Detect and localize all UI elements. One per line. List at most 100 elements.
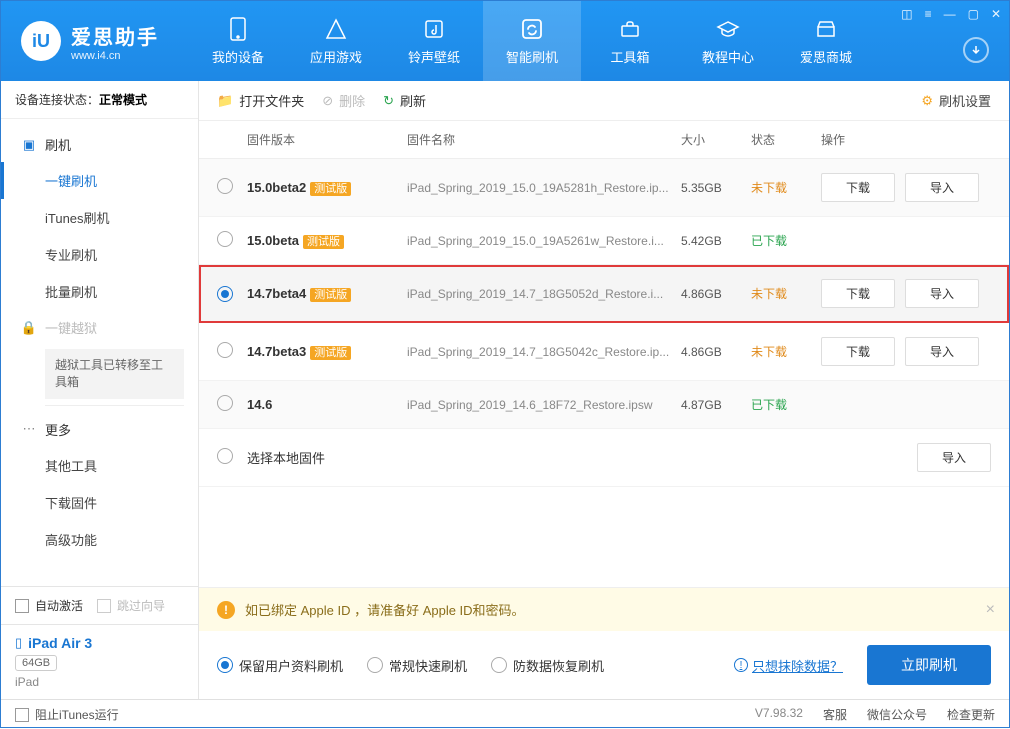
firmware-version: 15.0beta [247,233,299,248]
customer-service-link[interactable]: 客服 [823,706,847,723]
sidebar-head-flash[interactable]: ▣ 刷机 [1,127,198,162]
download-button[interactable]: 下载 [821,279,895,308]
activation-row: 自动激活 跳过向导 [1,587,198,624]
mode-anti-recover[interactable]: 防数据恢复刷机 [491,656,604,675]
mode-keep-data[interactable]: 保留用户资料刷机 [217,656,343,675]
radio[interactable] [491,657,507,673]
sidebar-item-batch[interactable]: 批量刷机 [45,273,198,310]
sidebar-head-more[interactable]: ⋯ 更多 [1,412,198,447]
delete-button[interactable]: ⊘ 删除 [322,91,365,110]
auto-activate-checkbox[interactable] [15,599,29,613]
th-ops: 操作 [821,131,991,148]
flash-icon: ▣ [21,137,37,153]
gear-icon: ⚙ [921,93,933,109]
refresh-icon [520,17,544,41]
import-button[interactable]: 导入 [905,337,979,366]
minimize-icon[interactable]: — [944,7,956,21]
sidebar-item-oneclick[interactable]: 一键刷机 [45,162,198,199]
radio[interactable] [217,395,233,411]
sidebar-item-pro[interactable]: 专业刷机 [45,236,198,273]
phone-icon [226,17,250,41]
app-name: 爱思助手 [71,21,159,50]
sidebar-item-other-tools[interactable]: 其他工具 [45,447,198,484]
table-row[interactable]: 15.0beta测试版iPad_Spring_2019_15.0_19A5261… [199,217,1009,265]
status-badge: 已下载 [751,398,787,412]
wechat-link[interactable]: 微信公众号 [867,706,927,723]
firmware-size: 4.86GB [681,287,751,301]
sidebar-item-advanced[interactable]: 高级功能 [45,521,198,558]
import-button[interactable]: 导入 [917,443,991,472]
logo-icon: iU [21,21,61,61]
apps-icon [324,17,348,41]
nav-ringtones[interactable]: 铃声壁纸 [385,1,483,81]
block-itunes-checkbox[interactable] [15,708,29,722]
firmware-name: iPad_Spring_2019_14.7_18G5042c_Restore.i… [407,345,681,359]
erase-link-text: 只想抹除数据？ [752,656,843,675]
close-warning-icon[interactable]: × [986,601,995,619]
main-nav: 我的设备 应用游戏 铃声壁纸 智能刷机 工具箱 教程中心 爱思商城 [189,1,875,81]
nav-flash[interactable]: 智能刷机 [483,1,581,81]
flash-now-button[interactable]: 立即刷机 [867,645,991,685]
radio[interactable] [217,342,233,358]
nav-tools[interactable]: 工具箱 [581,1,679,81]
logo-wrap[interactable]: iU 爱思助手 www.i4.cn [21,21,159,62]
local-firmware-row[interactable]: 选择本地固件 导入 [199,429,1009,487]
refresh-button[interactable]: ↻ 刷新 [383,91,426,110]
check-update-link[interactable]: 检查更新 [947,706,995,723]
beta-badge: 测试版 [310,288,351,302]
refresh-label: 刷新 [400,91,426,110]
sidebar: 设备连接状态：正常模式 ▣ 刷机 一键刷机 iTunes刷机 专业刷机 批量刷机… [1,81,199,699]
conn-prefix: 设备连接状态： [15,93,99,107]
import-button[interactable]: 导入 [905,173,979,202]
firmware-version: 14.7beta3 [247,344,306,359]
radio[interactable] [217,286,233,302]
delete-label: 删除 [339,91,365,110]
sidebar-item-itunes[interactable]: iTunes刷机 [45,199,198,236]
open-folder-button[interactable]: 📁 打开文件夹 [217,91,304,110]
radio[interactable] [367,657,383,673]
logo-text: 爱思助手 www.i4.cn [71,21,159,62]
status-badge: 未下载 [751,287,787,301]
sidebar-head-label: 更多 [45,420,71,439]
status-badge: 未下载 [751,345,787,359]
firmware-name: iPad_Spring_2019_14.6_18F72_Restore.ipsw [407,398,681,412]
nav-tutorials[interactable]: 教程中心 [679,1,777,81]
firmware-name: iPad_Spring_2019_14.7_18G5052d_Restore.i… [407,287,681,301]
toolbox-icon [618,17,642,41]
download-indicator-icon[interactable] [963,37,989,63]
nav-store[interactable]: 爱思商城 [777,1,875,81]
sidebar-head-jailbreak: 🔒 一键越狱 [1,310,198,345]
table-row[interactable]: 14.7beta3测试版iPad_Spring_2019_14.7_18G504… [199,323,1009,381]
maximize-icon[interactable]: ▢ [968,7,979,21]
radio[interactable] [217,657,233,673]
erase-only-link[interactable]: !只想抹除数据？ [734,656,843,675]
table-row[interactable]: 15.0beta2测试版iPad_Spring_2019_15.0_19A528… [199,159,1009,217]
radio[interactable] [217,231,233,247]
radio[interactable] [217,178,233,194]
download-button[interactable]: 下载 [821,337,895,366]
mode-normal[interactable]: 常规快速刷机 [367,656,467,675]
radio[interactable] [217,448,233,464]
sidebar-item-download-fw[interactable]: 下载固件 [45,484,198,521]
device-info[interactable]: ▯ iPad Air 3 64GB iPad [1,624,198,699]
skip-guide-checkbox[interactable] [97,599,111,613]
warning-bar: ! 如已绑定 Apple ID ，请准备好 Apple ID和密码。 × [199,588,1009,631]
mode-label: 防数据恢复刷机 [513,656,604,675]
menu-icon[interactable]: ≡ [925,7,932,21]
table-row[interactable]: 14.7beta4测试版iPad_Spring_2019_14.7_18G505… [199,265,1009,323]
content: 📁 打开文件夹 ⊘ 删除 ↻ 刷新 ⚙ 刷机设置 固件版本 固件名称 大小 状态… [199,81,1009,699]
close-icon[interactable]: ✕ [991,7,1001,21]
block-itunes-label: 阻止iTunes运行 [35,706,119,723]
mode-label: 保留用户资料刷机 [239,656,343,675]
nav-apps[interactable]: 应用游戏 [287,1,385,81]
import-button[interactable]: 导入 [905,279,979,308]
shirt-icon[interactable]: ◫ [901,7,912,21]
lock-icon: 🔒 [21,320,37,336]
skip-guide-label: 跳过向导 [117,597,165,614]
th-version: 固件版本 [247,131,407,148]
flash-settings-button[interactable]: ⚙ 刷机设置 [921,91,991,110]
nav-my-device[interactable]: 我的设备 [189,1,287,81]
download-button[interactable]: 下载 [821,173,895,202]
table-row[interactable]: 14.6iPad_Spring_2019_14.6_18F72_Restore.… [199,381,1009,429]
beta-badge: 测试版 [310,182,351,196]
